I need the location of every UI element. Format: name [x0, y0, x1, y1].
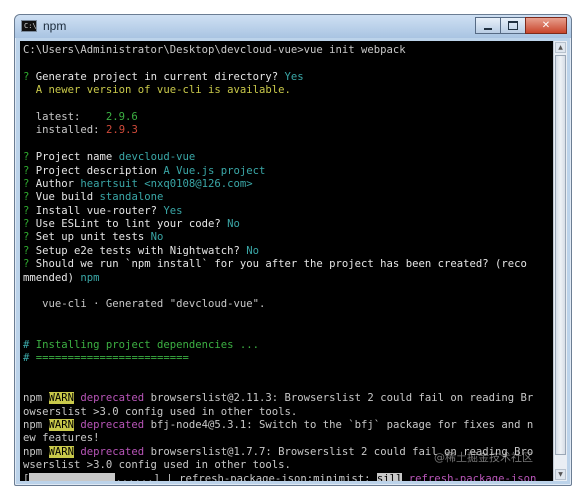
separator-line: # ======================== [23, 351, 189, 364]
title-bar[interactable]: C:\ npm ✕ [15, 15, 571, 38]
prompt-line: C:\Users\Administrator\Desktop\devcloud-… [23, 44, 406, 56]
prompt-project-name: ? Project name devcloud-vue [23, 151, 196, 164]
watermark: @稀土掘金技术社区 [434, 451, 533, 464]
installing-dependencies: # Installing project dependencies ... [23, 338, 259, 351]
minimize-button[interactable] [475, 17, 501, 34]
minimize-icon [484, 27, 492, 30]
window-controls: ✕ [475, 17, 567, 34]
newer-version-notice: A newer version of vue-cli is available. [23, 84, 291, 97]
npm-warn-line-cont: owserslist >3.0 config used in other too… [23, 405, 298, 418]
npm-warn-line: npm WARN deprecated browserslist@2.11.3:… [23, 392, 534, 405]
prompt-eslint: ? Use ESLint to lint your code? No [23, 218, 240, 231]
close-button[interactable]: ✕ [525, 17, 567, 34]
generated-message: vue-cli · Generated "devcloud-vue". [23, 298, 266, 311]
installed-version: installed: 2.9.3 [23, 124, 138, 137]
npm-warn-line-cont: ew features! [23, 432, 100, 445]
maximize-icon [508, 21, 518, 30]
scrollbar-thumb[interactable] [555, 55, 566, 455]
prompt-vue-router: ? Install vue-router? Yes [23, 204, 183, 217]
window-title: npm [43, 19, 67, 33]
console-output[interactable]: C:\Users\Administrator\Desktop\devcloud-… [20, 41, 555, 481]
prompt-author: ? Author heartsuit <nxq0108@126.com> [23, 177, 253, 190]
terminal-window: C:\ npm ✕ C:\Users\Administrator\Desktop… [14, 14, 572, 486]
prompt-vue-build: ? Vue build standalone [23, 191, 164, 204]
terminal-text: C:\Users\Administrator\Desktop\devcloud-… [23, 44, 553, 481]
npm-progress-line: [......] | refresh-package-json:minimist… [23, 472, 553, 481]
prompt-project-description: ? Project description A Vue.js project [23, 164, 266, 177]
latest-version: latest: 2.9.6 [23, 110, 138, 123]
prompt-npm-install-cont: mmended) npm [23, 271, 100, 284]
prompt-unit-tests: ? Set up unit tests No [23, 231, 164, 244]
generate-question: ? Generate project in current directory?… [23, 70, 304, 83]
prompt-npm-install: ? Should we run `npm install` for you af… [23, 258, 527, 271]
maximize-button[interactable] [500, 17, 526, 34]
cmd-icon: C:\ [21, 20, 37, 32]
npm-warn-line: npm WARN deprecated bfj-node4@5.3.1: Swi… [23, 418, 534, 431]
vertical-scrollbar[interactable]: ▲ ▼ [553, 41, 567, 481]
scroll-down-icon[interactable]: ▼ [555, 469, 566, 480]
prompt-e2e-tests: ? Setup e2e tests with Nightwatch? No [23, 244, 260, 257]
progress-bar-fill [29, 473, 116, 481]
close-icon: ✕ [541, 20, 551, 31]
scroll-up-icon[interactable]: ▲ [555, 42, 566, 53]
